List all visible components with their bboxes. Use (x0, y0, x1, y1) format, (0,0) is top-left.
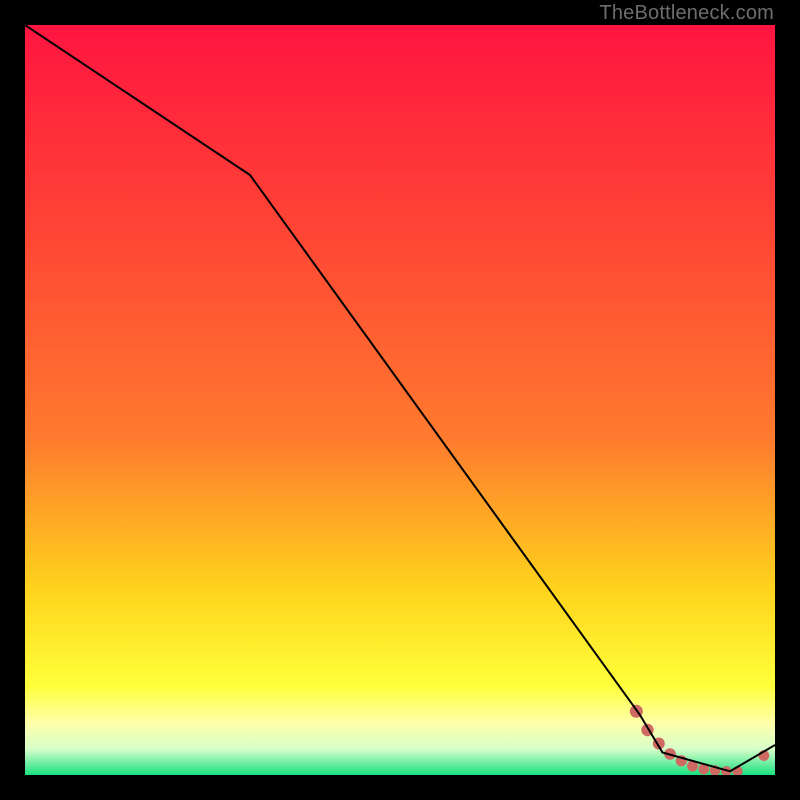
watermark-text: TheBottleneck.com (599, 2, 774, 25)
marker-group (630, 705, 769, 775)
chart-stage: TheBottleneck.com (0, 0, 800, 800)
chart-overlay (25, 25, 775, 775)
data-curve (25, 25, 775, 771)
plot-area (25, 25, 775, 775)
